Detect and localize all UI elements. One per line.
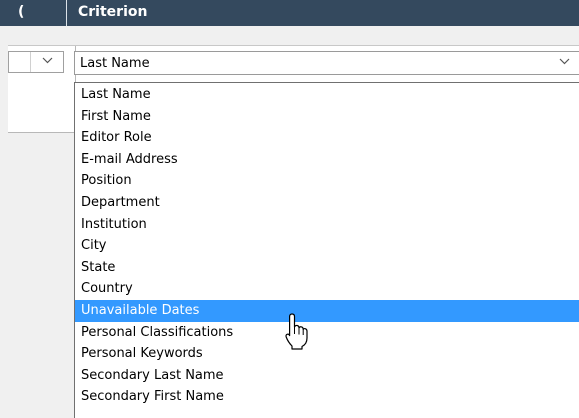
- paren-column-label: (: [18, 4, 25, 20]
- dropdown-option[interactable]: Department: [75, 192, 579, 214]
- dropdown-option[interactable]: Last Name: [75, 84, 579, 106]
- dropdown-option[interactable]: Personal Keywords: [75, 343, 579, 365]
- dropdown-option[interactable]: E-mail Address: [75, 149, 579, 171]
- chevron-down-icon[interactable]: [559, 58, 570, 68]
- dropdown-option[interactable]: State: [75, 257, 579, 279]
- dropdown-option[interactable]: Position: [75, 170, 579, 192]
- column-header-row: ( Criterion: [0, 0, 579, 26]
- dropdown-option[interactable]: Personal Classifications: [75, 322, 579, 344]
- criterion-dropdown-list[interactable]: Last Name First Name Editor Role E-mail Add…: [74, 82, 579, 418]
- paren-column-header[interactable]: (: [0, 0, 67, 26]
- dropdown-option[interactable]: Institution: [75, 214, 579, 236]
- hand-pointer-icon: [285, 313, 308, 350]
- criterion-select[interactable]: Last Name: [74, 51, 579, 75]
- dropdown-option[interactable]: Unavailable Dates: [75, 300, 579, 322]
- dropdown-option[interactable]: City: [75, 235, 579, 257]
- criterion-select-value: Last Name: [80, 56, 150, 71]
- dropdown-option[interactable]: Secondary First Name: [75, 386, 579, 408]
- grid-row-divider: [8, 132, 75, 133]
- dropdown-option[interactable]: Secondary Last Name: [75, 365, 579, 387]
- chevron-down-icon[interactable]: [42, 57, 53, 67]
- open-paren-select[interactable]: [8, 51, 64, 73]
- dropdown-option[interactable]: Editor Role: [75, 127, 579, 149]
- dropdown-option[interactable]: First Name: [75, 106, 579, 128]
- dropdown-option[interactable]: Country: [75, 278, 579, 300]
- select-separator: [30, 52, 31, 72]
- criterion-column-header[interactable]: Criterion: [78, 4, 147, 20]
